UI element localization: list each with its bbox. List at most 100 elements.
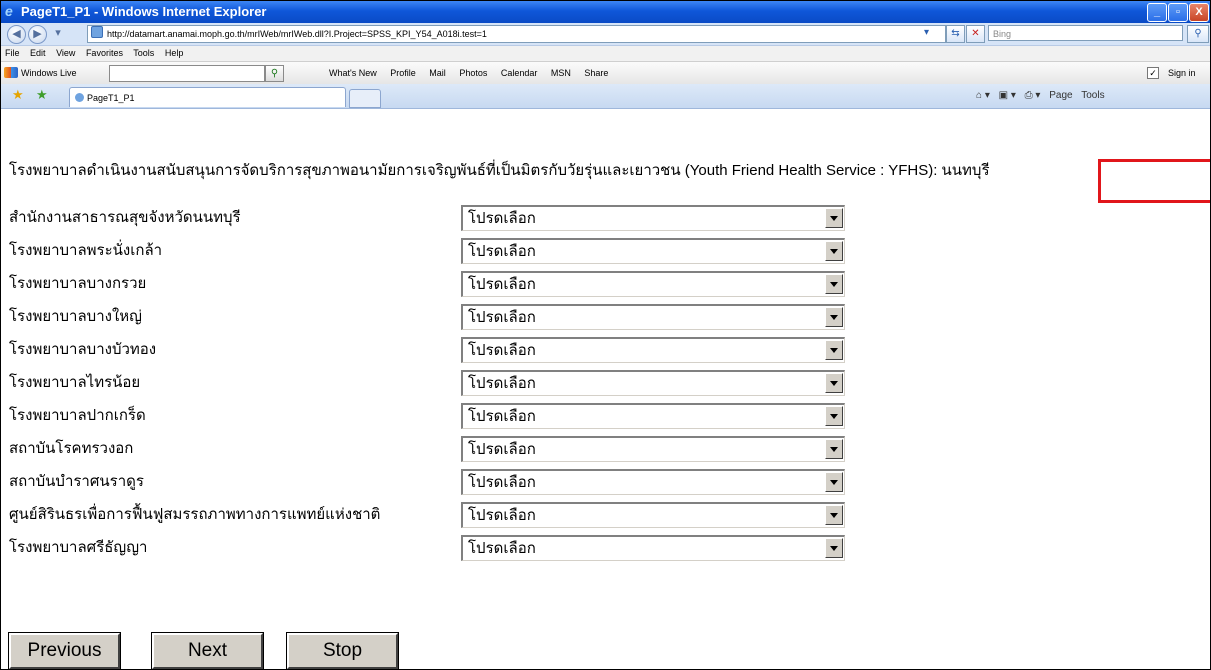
dropdown-arrow-icon[interactable] xyxy=(825,406,843,426)
forward-button[interactable]: ▶ xyxy=(28,25,47,44)
page-menu[interactable]: Page xyxy=(1049,90,1072,101)
tools-menu[interactable]: Tools xyxy=(1081,90,1104,101)
address-field[interactable]: http://datamart.anamai.moph.go.th/mrIWeb… xyxy=(87,25,946,43)
live-search-go-icon[interactable]: ⚲ xyxy=(265,65,284,82)
live-link-mail[interactable]: Mail xyxy=(429,68,446,78)
page-content: โรงพยาบาลดำเนินงานสนับสนุนการจัดบริการสุ… xyxy=(1,109,1210,669)
question-row: โรงพยาบาลบางกรวย โปรดเลือก xyxy=(9,271,849,297)
answer-dropdown[interactable]: โปรดเลือก xyxy=(461,535,845,561)
favorites-star-icon[interactable]: ★ xyxy=(12,88,24,102)
page-icon xyxy=(91,26,103,38)
row-label: สถาบันบำราศนราดูร xyxy=(9,473,144,490)
question-row: โรงพยาบาลปากเกร็ด โปรดเลือก xyxy=(9,403,849,429)
question-row: โรงพยาบาลบางใหญ่ โปรดเลือก xyxy=(9,304,849,330)
live-link-share[interactable]: Share xyxy=(584,68,608,78)
row-label: โรงพยาบาลปากเกร็ด xyxy=(9,407,146,424)
dropdown-arrow-icon[interactable] xyxy=(825,505,843,525)
feeds-icon[interactable]: ▣ ▾ xyxy=(999,90,1016,101)
dropdown-value: โปรดเลือก xyxy=(468,408,536,425)
dropdown-arrow-icon[interactable] xyxy=(825,340,843,360)
live-link-msn[interactable]: MSN xyxy=(551,68,571,78)
stop-button[interactable]: Stop xyxy=(287,633,398,669)
history-dropdown-icon[interactable]: ▾ xyxy=(52,25,64,42)
maximize-button[interactable]: ▫ xyxy=(1168,3,1188,22)
tab-page[interactable]: PageT1_P1 xyxy=(69,87,346,107)
browser-window: e PageT1_P1 - Windows Internet Explorer … xyxy=(0,0,1211,670)
tab-page-icon xyxy=(75,93,84,102)
dropdown-value: โปรดเลือก xyxy=(468,540,536,557)
answer-dropdown[interactable]: โปรดเลือก xyxy=(461,271,845,297)
windows-live-icon xyxy=(4,67,18,78)
row-label: โรงพยาบาลบางใหญ่ xyxy=(9,308,142,325)
row-label: โรงพยาบาลศรีธัญญา xyxy=(9,539,148,556)
live-link-profile[interactable]: Profile xyxy=(390,68,416,78)
stop-loading-button[interactable]: ✕ xyxy=(966,25,985,43)
dropdown-value: โปรดเลือก xyxy=(468,375,536,392)
address-dropdown-icon[interactable]: ▾ xyxy=(919,25,934,41)
dropdown-value: โปรดเลือก xyxy=(468,276,536,293)
row-label: โรงพยาบาลบางกรวย xyxy=(9,275,147,292)
dropdown-arrow-icon[interactable] xyxy=(825,472,843,492)
question-row: ศูนย์สิรินธรเพื่อการฟื้นฟูสมรรถภาพทางการ… xyxy=(9,502,849,528)
print-icon[interactable]: ⎙ ▾ xyxy=(1025,90,1041,101)
sign-in-checkbox-icon[interactable]: ✓ xyxy=(1147,67,1159,79)
search-field[interactable]: Bing xyxy=(988,25,1183,41)
title-bar: e PageT1_P1 - Windows Internet Explorer … xyxy=(1,1,1210,23)
tab-label: PageT1_P1 xyxy=(87,93,135,103)
search-icon[interactable]: ⚲ xyxy=(1187,25,1209,43)
menu-bar: File Edit View Favorites Tools Help xyxy=(1,46,1210,61)
tab-row: ★ ★ PageT1_P1 ⌂ ▾ ▣ ▾ ⎙ ▾ Page Tools xyxy=(1,84,1210,109)
dropdown-arrow-icon[interactable] xyxy=(825,208,843,228)
dropdown-arrow-icon[interactable] xyxy=(825,439,843,459)
live-link-calendar[interactable]: Calendar xyxy=(501,68,538,78)
minimize-button[interactable]: _ xyxy=(1147,3,1167,22)
answer-dropdown[interactable]: โปรดเลือก xyxy=(461,304,845,330)
live-links: What's New Profile Mail Photos Calendar … xyxy=(329,62,619,84)
answer-dropdown[interactable]: โปรดเลือก xyxy=(461,436,845,462)
close-button[interactable]: X xyxy=(1189,3,1209,22)
answer-dropdown[interactable]: โปรดเลือก xyxy=(461,403,845,429)
home-icon[interactable]: ⌂ ▾ xyxy=(976,90,990,101)
menu-help[interactable]: Help xyxy=(165,48,184,58)
question-row: โรงพยาบาลพระนั่งเกล้า โปรดเลือก xyxy=(9,238,849,264)
answer-dropdown[interactable]: โปรดเลือก xyxy=(461,370,845,396)
live-link-whats-new[interactable]: What's New xyxy=(329,68,377,78)
menu-edit[interactable]: Edit xyxy=(30,48,46,58)
live-link-photos[interactable]: Photos xyxy=(459,68,487,78)
row-label: ศูนย์สิรินธรเพื่อการฟื้นฟูสมรรถภาพทางการ… xyxy=(9,506,381,523)
row-label: โรงพยาบาลพระนั่งเกล้า xyxy=(9,242,163,259)
dropdown-value: โปรดเลือก xyxy=(468,441,536,458)
answer-dropdown[interactable]: โปรดเลือก xyxy=(461,502,845,528)
live-search-input[interactable] xyxy=(109,65,265,82)
answer-dropdown[interactable]: โปรดเลือก xyxy=(461,238,845,264)
dropdown-arrow-icon[interactable] xyxy=(825,373,843,393)
question-row: สำนักงานสาธารณสุขจังหวัดนนทบุรี โปรดเลือ… xyxy=(9,205,849,231)
answer-dropdown[interactable]: โปรดเลือก xyxy=(461,337,845,363)
answer-dropdown[interactable]: โปรดเลือก xyxy=(461,469,845,495)
dropdown-value: โปรดเลือก xyxy=(468,474,536,491)
dropdown-arrow-icon[interactable] xyxy=(825,241,843,261)
menu-tools[interactable]: Tools xyxy=(133,48,154,58)
back-button[interactable]: ◀ xyxy=(7,25,26,44)
window-title: PageT1_P1 - Windows Internet Explorer xyxy=(21,4,267,19)
menu-favorites[interactable]: Favorites xyxy=(86,48,123,58)
dropdown-value: โปรดเลือก xyxy=(468,342,536,359)
answer-dropdown[interactable]: โปรดเลือก xyxy=(461,205,845,231)
refresh-button[interactable]: ⇆ xyxy=(946,25,965,43)
dropdown-arrow-icon[interactable] xyxy=(825,274,843,294)
menu-view[interactable]: View xyxy=(56,48,75,58)
next-button[interactable]: Next xyxy=(152,633,263,669)
sign-in-link[interactable]: Sign in xyxy=(1168,62,1196,84)
dropdown-arrow-icon[interactable] xyxy=(825,307,843,327)
menu-file[interactable]: File xyxy=(5,48,20,58)
new-tab-button[interactable] xyxy=(349,89,381,108)
dropdown-arrow-icon[interactable] xyxy=(825,538,843,558)
windows-live-label[interactable]: Windows Live xyxy=(21,62,77,84)
dropdown-value: โปรดเลือก xyxy=(468,309,536,326)
ie-logo-icon: e xyxy=(5,3,13,19)
dropdown-value: โปรดเลือก xyxy=(468,507,536,524)
previous-button[interactable]: Previous xyxy=(9,633,120,669)
row-label: โรงพยาบาลไทรน้อย xyxy=(9,374,141,391)
url-text: http://datamart.anamai.moph.go.th/mrIWeb… xyxy=(107,29,487,39)
add-favorites-icon[interactable]: ★ xyxy=(36,88,48,102)
